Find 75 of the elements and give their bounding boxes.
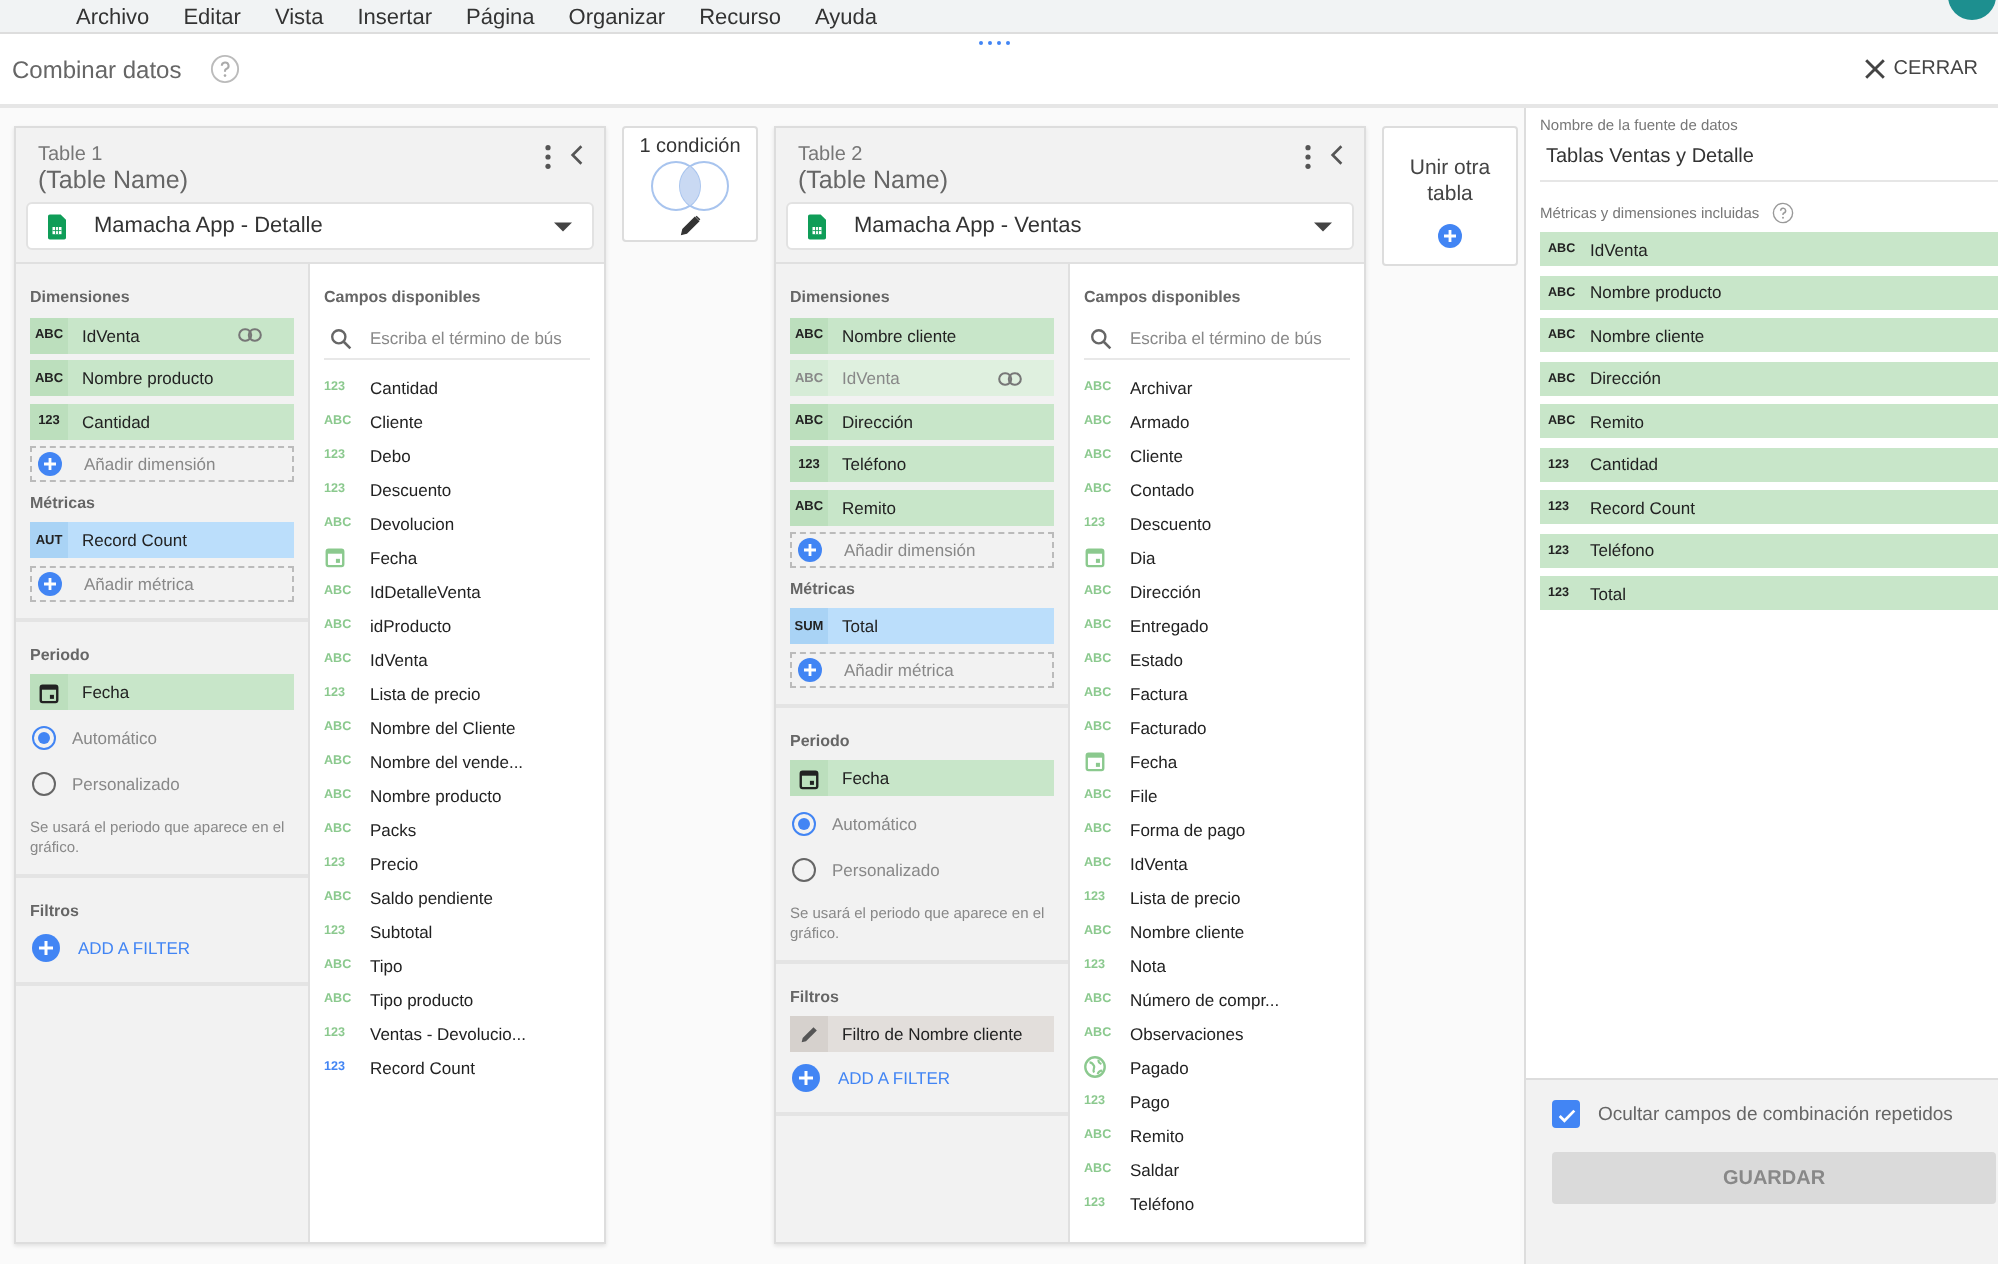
dialog-title: Combinar datos [12, 55, 182, 83]
section-label: Campos disponibles [1084, 288, 1243, 306]
search-field[interactable]: Escriba el término de bús [370, 328, 582, 348]
dropdown-arrow-icon [1314, 221, 1332, 231]
menu-item[interactable]: Recurso [699, 6, 782, 32]
filter-chip[interactable]: Filtro de Nombre cliente [790, 1016, 1054, 1052]
calendar-icon [1084, 546, 1106, 568]
menu-item[interactable]: Editar [183, 6, 241, 32]
section-label: Dimensiones [790, 288, 892, 306]
pencil-icon [799, 1024, 819, 1044]
date-dimension-chip[interactable]: Fecha [790, 760, 1054, 796]
add-icon [798, 657, 822, 681]
more-options-icon[interactable] [1304, 144, 1312, 170]
menu-item[interactable]: Archivo [76, 6, 150, 32]
section-label: Filtros [790, 987, 841, 1005]
checkbox[interactable] [1552, 1100, 1580, 1128]
radio-button[interactable] [792, 811, 816, 835]
join-condition-card[interactable]: 1 condición [622, 126, 758, 242]
section-label: Campos disponibles [324, 288, 483, 306]
menu-item[interactable]: Vista [274, 6, 324, 32]
add-icon [798, 538, 822, 562]
table-caption: Table 2 [798, 144, 865, 166]
section-label: Periodo [30, 645, 92, 663]
available-field[interactable]: Fecha [324, 540, 590, 574]
table-name: (Table Name) [798, 166, 951, 194]
spreadsheet-icon [808, 213, 826, 239]
data-source-dropdown[interactable]: Mamacha App - Detalle [26, 202, 594, 250]
dropdown-arrow-icon [554, 221, 572, 231]
calendar-icon [324, 546, 346, 568]
help-icon[interactable] [1771, 202, 1794, 224]
search-icon [330, 327, 352, 349]
close-icon [1863, 58, 1886, 80]
section-label: Filtros [30, 901, 81, 919]
spreadsheet-icon [48, 213, 66, 239]
calendar-icon [1084, 750, 1106, 772]
section-label: Métricas [30, 493, 97, 511]
table-name: (Table Name) [38, 166, 191, 194]
menu-item[interactable]: Insertar [357, 6, 432, 32]
available-field[interactable]: Pagado [1084, 1050, 1350, 1084]
pencil-icon[interactable] [679, 214, 701, 236]
add-icon [792, 1063, 820, 1091]
collapse-icon[interactable] [1330, 144, 1344, 166]
available-field[interactable]: Dia [1084, 540, 1350, 574]
collapse-icon[interactable] [570, 144, 584, 166]
data-source-name-field[interactable]: Tablas Ventas y Detalle [1540, 134, 1998, 182]
calendar-icon [38, 681, 60, 703]
venn-diagram-icon [646, 158, 734, 214]
radio-button[interactable] [32, 772, 56, 796]
join-condition-label: 1 condición [639, 136, 741, 158]
search-field[interactable]: Escriba el término de bús [1130, 328, 1342, 348]
calendar-icon [798, 767, 820, 789]
available-field[interactable]: Fecha [1084, 744, 1350, 778]
table-caption: Table 1 [38, 144, 105, 166]
close-button[interactable]: CERRAR [1859, 54, 1982, 84]
add-icon [1438, 224, 1462, 248]
search-icon [1090, 327, 1112, 349]
drag-handle-icon[interactable] [978, 40, 1010, 46]
add-icon [38, 571, 62, 595]
add-table-label: Unir otra tabla [1407, 156, 1493, 208]
section-label: Periodo [790, 731, 852, 749]
more-options-icon[interactable] [544, 144, 552, 170]
section-label: Dimensiones [30, 288, 132, 306]
data-source-dropdown[interactable]: Mamacha App - Ventas [786, 202, 1354, 250]
menu-item[interactable]: Organizar [568, 6, 666, 32]
menu-item[interactable]: Página [466, 6, 535, 32]
add-icon [38, 452, 62, 476]
radio-button[interactable] [32, 725, 56, 749]
section-label: Métricas [790, 579, 857, 597]
globe-icon [1084, 1056, 1106, 1078]
add-icon [32, 934, 60, 962]
menu-item[interactable]: Ayuda [815, 6, 878, 32]
add-table-card[interactable]: Unir otra tabla [1382, 126, 1518, 266]
date-dimension-chip[interactable]: Fecha [30, 674, 294, 710]
checkbox-option[interactable]: Ocultar campos de combinación repetidos [1552, 1100, 1998, 1128]
radio-button[interactable] [792, 858, 816, 882]
